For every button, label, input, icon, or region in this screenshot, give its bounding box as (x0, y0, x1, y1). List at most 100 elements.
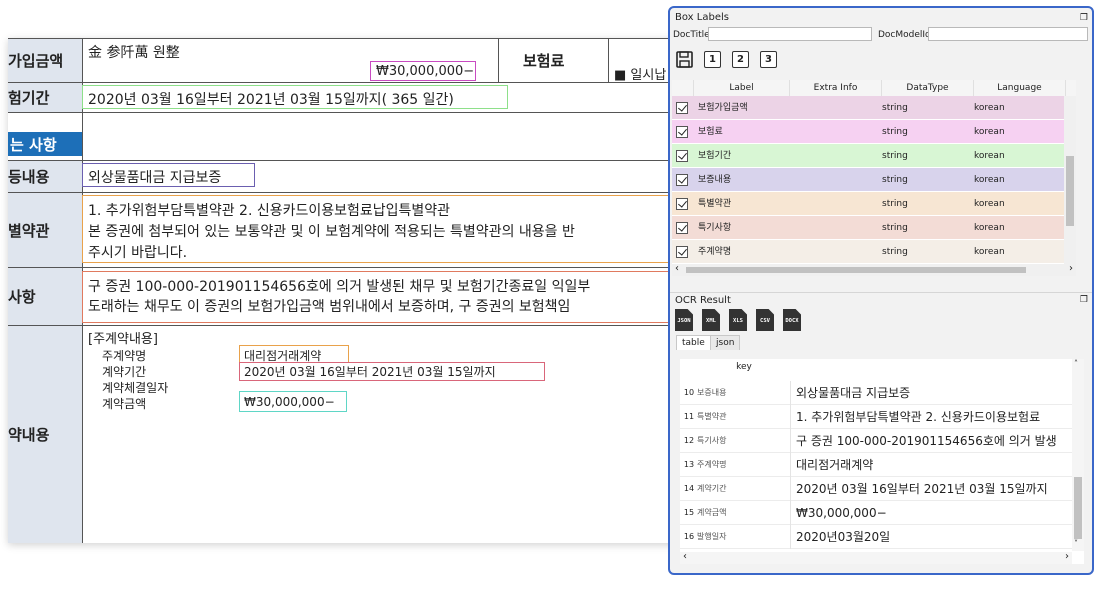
ocr-row[interactable]: 14 계약기간 2020년 03월 16일부터 2021년 03월 15일까지 (680, 477, 1072, 501)
ocr-row[interactable]: 12 특기사항 구 증권 100-000-201901154656호에 의거 발생 (680, 429, 1072, 453)
doc-title-label: DocTitle (673, 30, 710, 40)
ocr-row-key: 발행일자 (697, 525, 791, 549)
ocr-row-number: 15 (683, 508, 695, 517)
row-language: korean (974, 151, 1005, 161)
scroll-left-icon[interactable]: ‹ (675, 263, 679, 274)
ocr-scroll-up-icon[interactable]: ˄ (1074, 359, 1078, 368)
export-csv-label: CSV (760, 318, 770, 324)
row-checkbox[interactable] (676, 198, 688, 210)
box-labels-title-text: Box Labels (675, 12, 729, 23)
ocr-key-header: key (736, 362, 752, 372)
row-label: 특기사항 (698, 223, 732, 233)
header-label[interactable]: Label (694, 80, 790, 96)
main-contract-value-1: 대리점거래계약 (244, 349, 322, 363)
row-checkbox[interactable] (676, 246, 688, 258)
row-label: 보증내용 (698, 175, 732, 185)
export-xml-icon[interactable]: XML (702, 309, 720, 331)
doc-model-input[interactable] (928, 27, 1088, 41)
ocr-row[interactable]: 13 주계약명 대리점거래계약 (680, 453, 1072, 477)
vertical-scrollbar[interactable] (1064, 96, 1076, 264)
row-checkbox[interactable] (676, 222, 688, 234)
row-checkbox[interactable] (676, 150, 688, 162)
horizontal-scrollbar[interactable]: ‹ › (672, 263, 1076, 276)
ocr-row-key: 특별약관 (697, 405, 791, 429)
main-contract-key-1: 주계약명 (102, 349, 147, 363)
row-extra-info (794, 120, 880, 144)
table-row[interactable]: 보험기간stringkorean3 (672, 144, 1076, 168)
row-language: korean (974, 223, 1005, 233)
ocr-row-key: 보증내용 (697, 381, 791, 405)
insured-amount-text: 金 参阡萬 원整 (88, 45, 180, 61)
table-row[interactable]: 주계약명stringkorean3 (672, 240, 1076, 264)
row-datatype: string (882, 247, 908, 257)
ocr-scroll-left-icon[interactable]: ‹ (683, 551, 687, 562)
box-labels-table: Label Extra Info DataType Language 보험가입금… (672, 80, 1076, 276)
main-contract-key-2: 계약기간 (102, 365, 147, 379)
row-label: 특별약관 (698, 199, 732, 209)
scroll-thumb[interactable] (1066, 156, 1074, 226)
table-row[interactable]: 특기사항stringkorean3 (672, 216, 1076, 240)
table-row[interactable]: 보험료stringkorean3 (672, 120, 1076, 144)
scroll-right-icon[interactable]: › (1069, 263, 1073, 274)
scanned-document: 가입금액 험기간 는 사항 등내용 별약관 사항 약내용 金 参阡萬 원整 ₩3… (8, 38, 678, 543)
export-csv-icon[interactable]: CSV (756, 309, 774, 331)
section-banner: 는 사항 (8, 132, 82, 156)
save-icon[interactable] (676, 51, 693, 68)
ocr-row-value: 2020년03월20일 (796, 530, 891, 544)
export-xls-icon[interactable]: XLS (729, 309, 747, 331)
ocr-row-number: 10 (683, 388, 695, 397)
ocr-scroll-right-icon[interactable]: › (1065, 551, 1069, 562)
main-contract-key-3: 계약체결일자 (102, 381, 169, 395)
content-text: 외상물품대금 지급보증 (88, 170, 222, 186)
row-datatype: string (882, 151, 908, 161)
tab-json[interactable]: json (710, 335, 741, 350)
ocr-row-value: 2020년 03월 16일부터 2021년 03월 15일까지 (796, 482, 1048, 496)
header-language[interactable]: Language (974, 80, 1066, 96)
row-checkbox[interactable] (676, 126, 688, 138)
ocr-scroll-thumb[interactable] (1074, 477, 1082, 539)
ocr-row[interactable]: 10 보증내용 외상물품대금 지급보증 (680, 381, 1072, 405)
toolbar-button-1[interactable]: 1 (704, 51, 721, 68)
ocr-result-title: OCR Result ❐ (670, 292, 1092, 306)
table-row[interactable]: 보험가입금액stringkorean3 (672, 96, 1076, 120)
label-content: 등내용 (8, 161, 82, 192)
toolbar-button-2[interactable]: 2 (732, 51, 749, 68)
row-extra-info (794, 240, 880, 264)
export-json-icon[interactable]: JSON (675, 309, 693, 331)
ocr-row-number: 11 (683, 412, 695, 421)
row-datatype: string (882, 199, 908, 209)
row-language: korean (974, 175, 1005, 185)
ocr-row[interactable]: 15 계약금액 ₩30,000,000− (680, 501, 1072, 525)
header-datatype[interactable]: DataType (882, 80, 974, 96)
ocr-float-window-icon[interactable]: ❐ (1080, 293, 1088, 307)
special-terms-line-3: 주시기 바랍니다. (88, 245, 188, 261)
table-row[interactable]: 특별약관stringkorean3 (672, 192, 1076, 216)
ocr-scroll-down-icon[interactable]: ˅ (1074, 539, 1078, 548)
row-datatype: string (882, 223, 908, 233)
ocr-row[interactable]: 16 발행일자 2020년03월20일 (680, 525, 1072, 549)
table-row[interactable]: 보증내용stringkorean3 (672, 168, 1076, 192)
tab-table[interactable]: table (676, 335, 711, 350)
label-period: 험기간 (8, 83, 82, 112)
special-notes-line-2: 도래하는 채무도 이 증권의 보험가입금액 범위내에서 보증하며, 구 증권의 … (88, 299, 571, 315)
ocr-vertical-scrollbar[interactable]: ˄ ˅ (1072, 359, 1084, 551)
row-extra-info (794, 96, 880, 120)
float-window-icon[interactable]: ❐ (1080, 11, 1088, 25)
header-extra-info[interactable]: Extra Info (790, 80, 882, 96)
ocr-row-key: 주계약명 (697, 453, 791, 477)
toolbar-button-3[interactable]: 3 (760, 51, 777, 68)
row-checkbox[interactable] (676, 102, 688, 114)
ocr-row-key: 계약금액 (697, 501, 791, 525)
row-checkbox[interactable] (676, 174, 688, 186)
ocr-row[interactable]: 11 특별약관 1. 추가위험부담특별약관 2. 신용카드이용보험료 (680, 405, 1072, 429)
period-text: 2020년 03월 16일부터 2021년 03월 15일까지( 365 일간) (88, 92, 454, 108)
row-extra-info (794, 192, 880, 216)
row-extra-info (794, 144, 880, 168)
ocr-result-table: key 10 보증내용 외상물품대금 지급보증 11 특별약관 1. 추가위험부담특별약관… (680, 359, 1084, 564)
doc-title-input[interactable] (708, 27, 872, 41)
hscroll-thumb[interactable] (686, 267, 1026, 273)
ocr-row-value: 1. 추가위험부담특별약관 2. 신용카드이용보험료 (796, 410, 1041, 424)
ocr-horizontal-scrollbar[interactable]: ‹ › (680, 551, 1072, 564)
export-docx-icon[interactable]: DOCX (783, 309, 801, 331)
ocr-row-value: ₩30,000,000− (796, 506, 887, 520)
